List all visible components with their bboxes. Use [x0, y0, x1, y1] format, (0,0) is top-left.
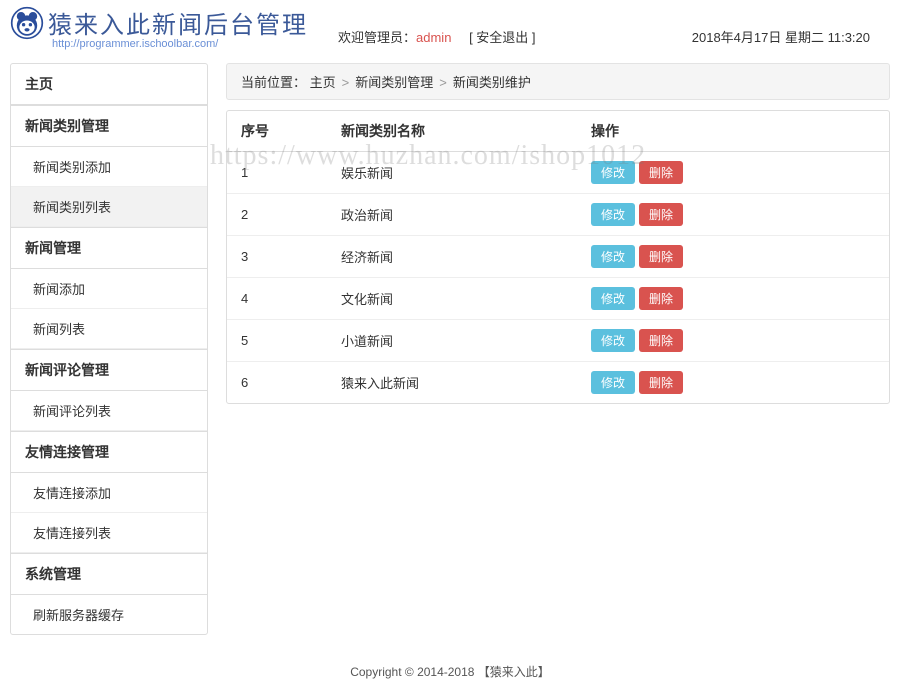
th-ops: 操作: [577, 111, 889, 152]
logout-link[interactable]: [ 安全退出 ]: [469, 30, 535, 45]
delete-button[interactable]: 删除: [639, 287, 683, 310]
category-table: 序号 新闻类别名称 操作 1娱乐新闻修改删除2政治新闻修改删除3经济新闻修改删除…: [227, 111, 889, 403]
edit-button[interactable]: 修改: [591, 287, 635, 310]
cell-name: 文化新闻: [327, 278, 577, 320]
cell-ops: 修改删除: [577, 152, 889, 194]
nav-group-header[interactable]: 友情连接管理: [11, 431, 207, 473]
logo-title: 猿来入此新闻后台管理: [48, 5, 308, 40]
header: 猿来入此新闻后台管理 http://programmer.ischoolbar.…: [0, 0, 900, 55]
edit-button[interactable]: 修改: [591, 329, 635, 352]
sidebar-item[interactable]: 刷新服务器缓存: [11, 595, 207, 634]
breadcrumb-separator: >: [342, 75, 350, 90]
table-row: 4文化新闻修改删除: [227, 278, 889, 320]
sidebar-item[interactable]: 新闻评论列表: [11, 391, 207, 431]
breadcrumb-link[interactable]: 新闻类别维护: [453, 75, 531, 90]
edit-button[interactable]: 修改: [591, 161, 635, 184]
delete-button[interactable]: 删除: [639, 161, 683, 184]
cell-name: 娱乐新闻: [327, 152, 577, 194]
sidebar-item[interactable]: 新闻添加: [11, 269, 207, 309]
breadcrumb-link[interactable]: 主页: [310, 75, 336, 90]
table-panel: 序号 新闻类别名称 操作 1娱乐新闻修改删除2政治新闻修改删除3经济新闻修改删除…: [226, 110, 890, 404]
logo-area: 猿来入此新闻后台管理 http://programmer.ischoolbar.…: [10, 5, 308, 50]
nav-group-header[interactable]: 系统管理: [11, 553, 207, 595]
edit-button[interactable]: 修改: [591, 203, 635, 226]
cell-ops: 修改删除: [577, 362, 889, 404]
breadcrumb-separator: >: [439, 75, 447, 90]
cell-seq: 4: [227, 278, 327, 320]
th-seq: 序号: [227, 111, 327, 152]
cell-name: 经济新闻: [327, 236, 577, 278]
th-name: 新闻类别名称: [327, 111, 577, 152]
breadcrumb-link[interactable]: 新闻类别管理: [355, 75, 433, 90]
sidebar-item[interactable]: 友情连接列表: [11, 513, 207, 553]
cell-ops: 修改删除: [577, 278, 889, 320]
table-row: 3经济新闻修改删除: [227, 236, 889, 278]
sidebar: 主页新闻类别管理新闻类别添加新闻类别列表新闻管理新闻添加新闻列表新闻评论管理新闻…: [10, 63, 208, 635]
sidebar-item[interactable]: 新闻类别列表: [11, 187, 207, 227]
sidebar-item[interactable]: 友情连接添加: [11, 473, 207, 513]
nav-group-header[interactable]: 主页: [11, 64, 207, 105]
nav-group-header[interactable]: 新闻评论管理: [11, 349, 207, 391]
cell-ops: 修改删除: [577, 236, 889, 278]
cell-name: 政治新闻: [327, 194, 577, 236]
datetime-display: 2018年4月17日 星期二 11:3:20: [692, 27, 870, 46]
copyright-text: Copyright © 2014-2018 【猿来入此】: [350, 665, 550, 679]
delete-button[interactable]: 删除: [639, 371, 683, 394]
nav-group-header[interactable]: 新闻管理: [11, 227, 207, 269]
admin-name: admin: [416, 30, 451, 45]
table-row: 1娱乐新闻修改删除: [227, 152, 889, 194]
cell-name: 猿来入此新闻: [327, 362, 577, 404]
monkey-logo-icon: [10, 6, 44, 40]
cell-seq: 5: [227, 320, 327, 362]
edit-button[interactable]: 修改: [591, 245, 635, 268]
sidebar-item[interactable]: 新闻类别添加: [11, 147, 207, 187]
logo-subtitle: http://programmer.ischoolbar.com/: [52, 38, 308, 50]
table-row: 6猿来入此新闻修改删除: [227, 362, 889, 404]
cell-seq: 1: [227, 152, 327, 194]
delete-button[interactable]: 删除: [639, 245, 683, 268]
delete-button[interactable]: 删除: [639, 203, 683, 226]
delete-button[interactable]: 删除: [639, 329, 683, 352]
cell-ops: 修改删除: [577, 320, 889, 362]
breadcrumb: 当前位置： 主页>新闻类别管理>新闻类别维护: [226, 63, 890, 100]
cell-name: 小道新闻: [327, 320, 577, 362]
sidebar-item[interactable]: 新闻列表: [11, 309, 207, 349]
nav-group-header[interactable]: 新闻类别管理: [11, 105, 207, 147]
table-row: 5小道新闻修改删除: [227, 320, 889, 362]
welcome-text: 欢迎管理员：admin [ 安全退出 ]: [338, 27, 536, 46]
table-row: 2政治新闻修改删除: [227, 194, 889, 236]
edit-button[interactable]: 修改: [591, 371, 635, 394]
cell-ops: 修改删除: [577, 194, 889, 236]
cell-seq: 6: [227, 362, 327, 404]
footer: Copyright © 2014-2018 【猿来入此】: [0, 643, 900, 690]
cell-seq: 2: [227, 194, 327, 236]
cell-seq: 3: [227, 236, 327, 278]
main-content: 当前位置： 主页>新闻类别管理>新闻类别维护 序号 新闻类别名称 操作 1娱乐新…: [226, 63, 890, 635]
